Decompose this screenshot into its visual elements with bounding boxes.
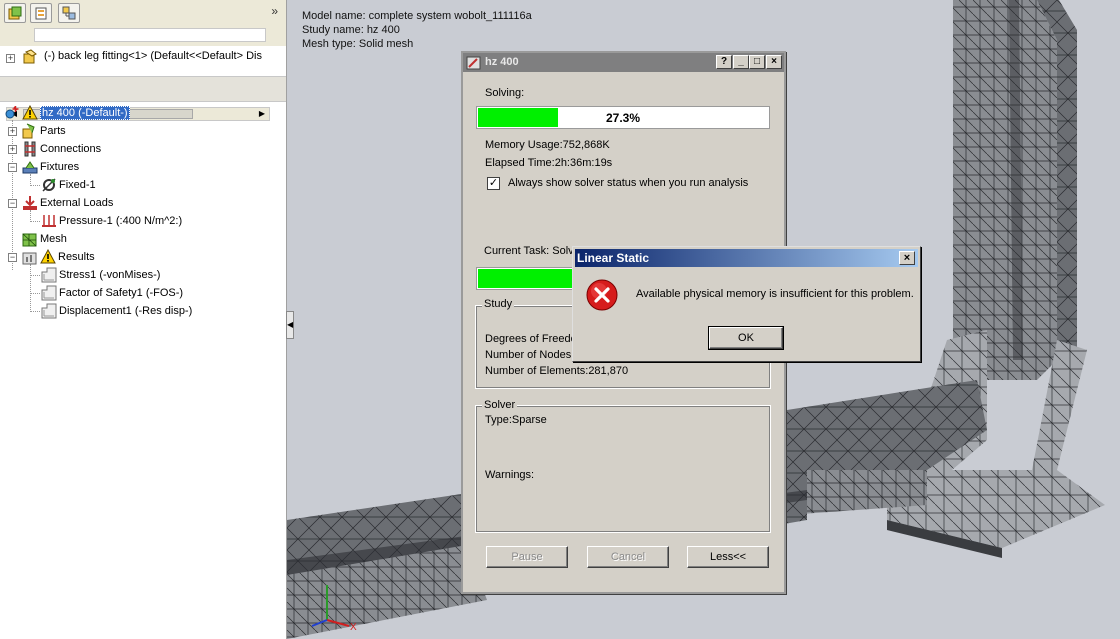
tree-item-mesh[interactable]: Mesh xyxy=(22,230,67,248)
tree-item-displacement1[interactable]: Displacement1 (-Res disp-) xyxy=(41,302,192,320)
always-show-checkbox[interactable]: ✓ xyxy=(487,177,500,190)
warning-icon xyxy=(40,249,56,265)
error-dialog: Linear Static × Available physical memor… xyxy=(572,246,921,362)
error-dialog-titlebar[interactable]: Linear Static × xyxy=(575,249,918,267)
error-message: Available physical memory is insufficien… xyxy=(636,288,914,300)
tab-configuration-manager[interactable] xyxy=(58,3,80,23)
svg-text:X: X xyxy=(350,622,357,633)
fixed-geometry-icon xyxy=(41,177,57,193)
app-icon xyxy=(466,55,482,77)
parts-icon xyxy=(22,123,38,139)
model-info: Model name: complete system wobolt_11111… xyxy=(302,9,532,51)
connections-expander[interactable]: + xyxy=(8,145,17,154)
tab-feature-manager[interactable] xyxy=(4,3,26,23)
tree-item-fixed-1[interactable]: Fixed-1 xyxy=(41,176,96,194)
study-name-text: Study name: hz 400 xyxy=(302,24,400,36)
filter-input[interactable] xyxy=(34,28,266,42)
current-task-label: Current Task: Solv xyxy=(484,245,574,257)
tree-item-label: Mesh xyxy=(40,233,67,245)
tree-item-factor-of-safety1[interactable]: Factor of Safety1 (-FOS-) xyxy=(41,284,183,302)
panel-separator xyxy=(0,76,286,102)
study-group-title: Study xyxy=(482,298,515,310)
pressure-icon xyxy=(41,213,57,229)
part-icon xyxy=(22,49,38,68)
scroll-right-icon[interactable]: ▶ xyxy=(255,108,269,120)
external-loads-icon xyxy=(22,195,38,211)
close-button[interactable]: × xyxy=(899,251,915,265)
panel-tabs: » xyxy=(0,0,286,26)
tree-item-external-loads[interactable]: External Loads xyxy=(22,194,113,212)
error-dialog-title: Linear Static xyxy=(577,251,650,265)
always-show-label[interactable]: Always show solver status when you run a… xyxy=(508,177,748,189)
solver-dialog-title: hz 400 xyxy=(485,56,519,68)
solving-progress-bar: 27.3% xyxy=(476,106,770,129)
solving-label: Solving: xyxy=(485,87,525,99)
less-button[interactable]: Less<< xyxy=(687,546,769,568)
tree-item-label: Displacement1 (-Res disp-) xyxy=(59,305,193,317)
fixtures-expander[interactable]: − xyxy=(8,163,17,172)
memory-usage-text: Memory Usage:752,868K xyxy=(485,139,610,151)
mesh-type-text: Mesh type: Solid mesh xyxy=(302,38,414,50)
tree-item-label: Fixtures xyxy=(40,161,80,173)
plot-icon xyxy=(41,303,57,319)
tree-item-label: hz 400 (-Default-) xyxy=(40,106,130,120)
tree-item-fixtures[interactable]: Fixtures xyxy=(22,158,79,176)
cancel-button[interactable]: Cancel xyxy=(587,546,669,568)
error-icon xyxy=(585,278,619,315)
help-button[interactable]: ? xyxy=(716,55,732,69)
maximize-button[interactable]: □ xyxy=(749,55,765,69)
pause-button[interactable]: Pause xyxy=(486,546,568,568)
flyout-expander[interactable]: + xyxy=(6,54,15,63)
feature-manager-panel: » + (-) back leg fitting<1> (Default<<De… xyxy=(0,0,287,639)
filter-area xyxy=(0,26,286,46)
tree-item-label: Fixed-1 xyxy=(59,179,96,191)
flyout-tree: + (-) back leg fitting<1> (Default<<Defa… xyxy=(0,46,286,121)
plot-icon xyxy=(41,267,57,283)
results-expander[interactable]: − xyxy=(8,253,17,262)
expand-chevron-icon[interactable]: » xyxy=(271,4,278,18)
mesh-icon xyxy=(22,231,38,247)
tree-item-connections[interactable]: Connections xyxy=(22,140,101,158)
flyout-item-label[interactable]: (-) back leg fitting<1> (Default<<Defaul… xyxy=(44,50,280,62)
ok-button[interactable]: OK xyxy=(708,326,784,350)
tree-item-label: Results xyxy=(58,251,95,263)
study-icon xyxy=(4,105,20,121)
tree-item-pressure-1[interactable]: Pressure-1 (:400 N/m^2:) xyxy=(41,212,182,230)
tree-item-parts[interactable]: Parts xyxy=(22,122,66,140)
tree-item-label: External Loads xyxy=(40,197,114,209)
warning-icon xyxy=(22,105,38,121)
results-folder-icon xyxy=(22,249,38,265)
close-button[interactable]: × xyxy=(766,55,782,69)
elapsed-time-text: Elapsed Time:2h:36m:19s xyxy=(485,157,613,169)
parts-expander[interactable]: + xyxy=(8,127,17,136)
solver-dialog-titlebar[interactable]: hz 400 ? _ □ × xyxy=(463,53,784,72)
solving-progress-text: 27.3% xyxy=(605,111,641,125)
external-loads-expander[interactable]: − xyxy=(8,199,17,208)
tree-item-label: Parts xyxy=(40,125,66,137)
tab-property-manager[interactable] xyxy=(30,3,52,23)
solver-group-title: Solver xyxy=(482,399,518,411)
fixtures-icon xyxy=(22,159,38,175)
connections-icon xyxy=(22,141,38,157)
tree-item-study[interactable]: hz 400 (-Default-) xyxy=(4,104,130,122)
warnings-label: Warnings: xyxy=(485,469,535,481)
tree-item-label: Connections xyxy=(40,143,102,155)
model-name-text: Model name: complete system wobolt_11111… xyxy=(302,10,532,22)
tree-item-results[interactable]: Results xyxy=(22,248,95,266)
tree-item-label: Factor of Safety1 (-FOS-) xyxy=(59,287,184,299)
tree-item-label: Stress1 (-vonMises-) xyxy=(59,269,161,281)
number-of-elements-text: Number of Elements:281,870 xyxy=(485,365,629,377)
number-of-nodes-text: Number of Nodes: xyxy=(485,349,575,361)
minimize-button[interactable]: _ xyxy=(733,55,749,69)
tree-item-label: Pressure-1 (:400 N/m^2:) xyxy=(59,215,183,227)
plot-icon xyxy=(41,285,57,301)
task-progress-fill xyxy=(478,269,578,288)
solver-type-text: Type:Sparse xyxy=(485,414,547,426)
tree-item-stress1[interactable]: Stress1 (-vonMises-) xyxy=(41,266,160,284)
degrees-of-freedom-text: Degrees of Freedo xyxy=(485,333,577,345)
